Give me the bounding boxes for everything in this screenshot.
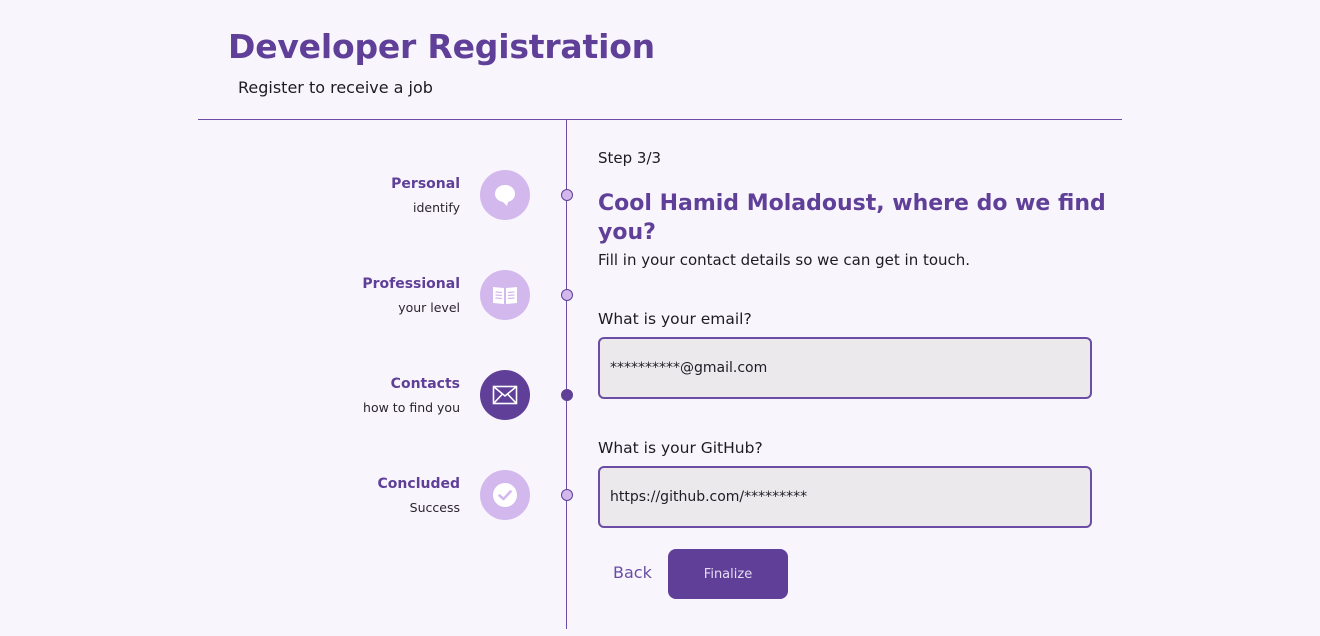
step-sublabel: your level — [398, 300, 460, 315]
step-dot — [561, 389, 573, 401]
github-label: What is your GitHub? — [598, 439, 763, 457]
step-professional[interactable]: Professional your level — [250, 270, 580, 320]
step-label: Personal — [391, 176, 460, 192]
book-icon — [480, 270, 530, 320]
envelope-icon — [480, 370, 530, 420]
finalize-button[interactable]: Finalize — [668, 549, 788, 599]
step-dot — [561, 289, 573, 301]
step-label: Concluded — [377, 476, 460, 492]
form-heading: Cool Hamid Moladoust, where do we find y… — [598, 191, 1106, 245]
email-field[interactable] — [598, 337, 1092, 399]
back-button[interactable]: Back — [613, 563, 652, 582]
user-bubble-icon — [480, 170, 530, 220]
step-sublabel: Success — [409, 500, 460, 515]
page-title: Developer Registration — [228, 27, 655, 66]
check-icon — [480, 470, 530, 520]
page-subtitle: Register to receive a job — [238, 78, 433, 97]
step-dot — [561, 489, 573, 501]
step-sublabel: how to find you — [363, 400, 460, 415]
header-divider — [198, 119, 1122, 120]
step-counter: Step 3/3 — [598, 149, 662, 167]
step-personal[interactable]: Personal identify — [250, 170, 580, 220]
step-concluded[interactable]: Concluded Success — [250, 470, 580, 520]
step-sublabel: identify — [413, 200, 460, 215]
step-label: Contacts — [390, 376, 460, 392]
email-label: What is your email? — [598, 310, 752, 328]
step-contacts[interactable]: Contacts how to find you — [250, 370, 580, 420]
step-dot — [561, 189, 573, 201]
github-field[interactable] — [598, 466, 1092, 528]
step-label: Professional — [362, 276, 460, 292]
form-description: Fill in your contact details so we can g… — [598, 251, 971, 269]
